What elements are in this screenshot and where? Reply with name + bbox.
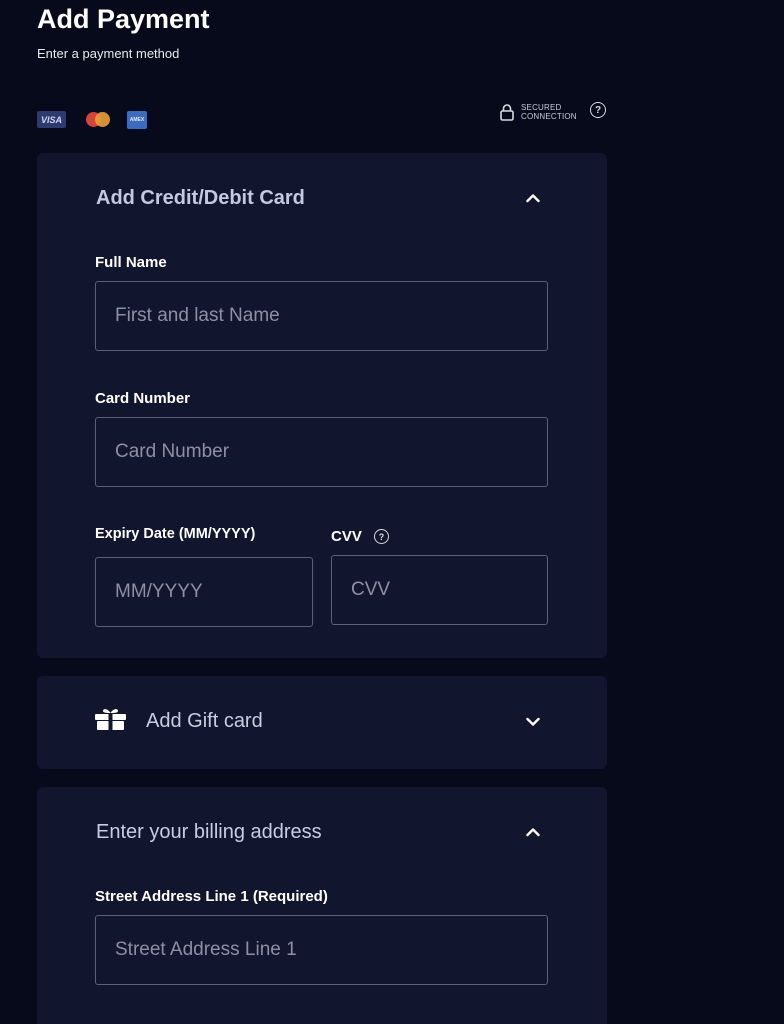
chevron-down-icon[interactable] xyxy=(526,717,540,727)
cvv-input[interactable] xyxy=(331,555,548,625)
page-subtitle: Enter a payment method xyxy=(37,46,180,61)
secured-label: SECURED xyxy=(521,103,562,112)
security-help-icon[interactable]: ? xyxy=(590,102,606,118)
billing-section-title[interactable]: Enter your billing address xyxy=(96,821,322,844)
card-number-label: Card Number xyxy=(95,390,191,407)
visa-logo-text: VISA xyxy=(40,114,62,125)
cvv-label: CVV xyxy=(331,528,362,545)
street-address-line-1-label: Street Address Line 1 (Required) xyxy=(95,888,328,905)
visa-logo-icon: VISA xyxy=(37,111,66,128)
card-number-input[interactable] xyxy=(95,417,548,487)
full-name-label: Full Name xyxy=(95,254,167,271)
amex-logo-text: AMEX xyxy=(129,117,145,123)
add-payment-page: Add Payment Enter a payment method VISA … xyxy=(0,0,784,1024)
chevron-up-icon[interactable] xyxy=(526,193,540,203)
cvv-help-icon[interactable]: ? xyxy=(374,529,389,544)
amex-logo-icon: AMEX xyxy=(127,111,147,129)
credit-card-section-title[interactable]: Add Credit/Debit Card xyxy=(96,187,305,210)
expiry-date-label: Expiry Date (MM/YYYY) xyxy=(95,526,256,542)
page-title: Add Payment xyxy=(37,4,210,34)
street-address-line-1-input[interactable] xyxy=(95,915,548,985)
full-name-input[interactable] xyxy=(95,281,548,351)
connection-label: CONNECTION xyxy=(521,112,577,121)
secured-connection-badge: SECURED CONNECTION xyxy=(500,100,577,124)
gift-card-section-title[interactable]: Add Gift card xyxy=(146,710,263,733)
lock-icon xyxy=(500,104,514,121)
gift-icon xyxy=(95,709,126,730)
chevron-up-icon[interactable] xyxy=(526,827,540,837)
expiry-date-input[interactable] xyxy=(95,557,313,627)
mastercard-logo-icon xyxy=(84,111,112,128)
